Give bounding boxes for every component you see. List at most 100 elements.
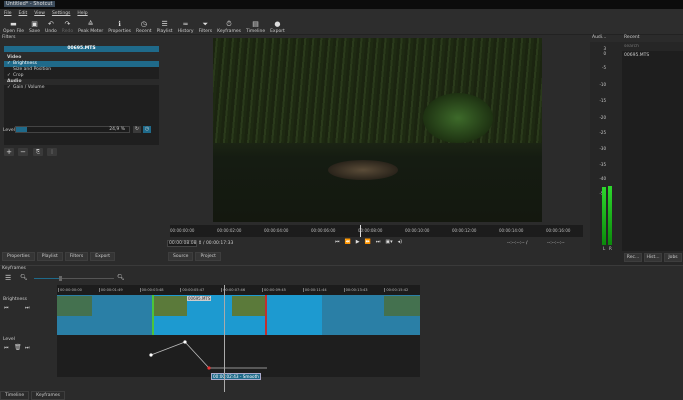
keyframes-button[interactable]: ⏱ Keyframes — [217, 20, 241, 34]
tab-project[interactable]: Project — [195, 252, 221, 261]
meter-scale-label: 0 — [603, 51, 606, 56]
meter-bar-right — [608, 186, 612, 245]
reset-icon[interactable]: ↻ — [133, 126, 141, 133]
track-label: Level — [3, 337, 15, 342]
meter-icon: ≙ — [87, 20, 94, 28]
menu-bar: File Edit View Settings Help — [0, 9, 683, 17]
window-title: Untitled* - Shotcut — [4, 1, 55, 7]
track-label: Brightness — [3, 297, 27, 302]
tab-rec[interactable]: Rec... — [624, 253, 642, 262]
level-slider[interactable]: 24,9 % — [15, 126, 130, 133]
zoom-out-icon[interactable]: 🔍︎ — [20, 274, 28, 281]
undo-icon: ↶ — [47, 20, 54, 28]
keyframe-point[interactable] — [149, 353, 153, 357]
in-marker[interactable] — [152, 295, 154, 335]
copy-filter-button[interactable]: ⎘ — [33, 148, 43, 156]
volume-icon[interactable]: ◂) — [398, 239, 402, 245]
keyframe-tooltip: 00:00:02:43 - Smooth — [211, 373, 261, 380]
filter-label: Gain / Volume — [13, 85, 45, 90]
recent-button[interactable]: ◷ Recent — [136, 20, 152, 34]
recent-list: 00695.MTS — [622, 51, 683, 251]
export-button[interactable]: ● Export — [270, 20, 285, 34]
keyframe-toggle-icon[interactable]: ◷ — [143, 126, 151, 133]
ruler-tick: 00:00:03:48 — [139, 288, 164, 292]
undo-button[interactable]: ↶ Undo — [45, 20, 57, 34]
next-keyframe-icon[interactable]: ⏭ — [25, 345, 30, 351]
meter-scale-label: -25 — [599, 130, 606, 135]
menu-help[interactable]: Help — [77, 11, 87, 16]
playlist-button[interactable]: ☰ Playlist — [157, 20, 173, 34]
menu-icon[interactable]: ☰ — [5, 274, 11, 282]
meter-scale-label: -35 — [599, 162, 606, 167]
title-bar: Untitled* - Shotcut — [0, 0, 683, 9]
peak-meter-button[interactable]: ≙ Peak Meter — [78, 20, 103, 34]
skip-next-icon[interactable]: ⏭ — [376, 239, 381, 245]
filters-button[interactable]: ⏷ Filters — [199, 20, 213, 34]
open-file-button[interactable]: ▬ Open File — [3, 20, 24, 34]
recent-search-input[interactable] — [622, 43, 683, 50]
remove-filter-button[interactable]: − — [18, 148, 28, 156]
rewind-icon[interactable]: ⏪ — [345, 239, 351, 245]
tab-export[interactable]: Export — [90, 252, 115, 261]
tab-hist[interactable]: Hist... — [644, 253, 662, 262]
toolbar-label: Save — [28, 29, 41, 34]
toolbar-label: Undo — [45, 29, 57, 34]
add-filter-button[interactable]: + — [4, 148, 14, 156]
properties-button[interactable]: ℹ Properties — [108, 20, 131, 34]
reeds-image — [213, 38, 542, 143]
player-ruler[interactable]: 00:00:00:00 00:00:02:00 00:00:04:00 00:00:0… — [170, 225, 583, 237]
play-icon[interactable]: ▶ — [356, 239, 360, 245]
zoom-icon[interactable]: ▣▾ — [385, 239, 392, 245]
paste-filter-button[interactable]: ▯ — [47, 148, 57, 156]
brightness-clip[interactable]: 00695.MTS — [57, 295, 420, 335]
prev-keyframe-icon[interactable]: ⏮ — [4, 305, 9, 311]
level-keyframe-track[interactable] — [57, 335, 420, 377]
duration: / 00:00:17:33 — [203, 241, 234, 246]
tab-timeline[interactable]: Timeline — [0, 391, 30, 400]
tab-jobs[interactable]: Jobs — [664, 253, 682, 262]
menu-settings[interactable]: Settings — [52, 11, 70, 16]
menu-file[interactable]: File — [4, 11, 12, 16]
filter-item[interactable]: ✓ Gain / Volume — [4, 85, 159, 91]
tab-playlist[interactable]: Playlist — [36, 252, 63, 261]
menu-edit[interactable]: Edit — [19, 11, 28, 16]
fast-forward-icon[interactable]: ⏩ — [365, 239, 371, 245]
audio-title: Audi... — [590, 35, 622, 42]
menu-view[interactable]: View — [34, 11, 45, 16]
toolbar-label: Redo — [61, 29, 74, 34]
next-keyframe-icon[interactable]: ⏭ — [25, 305, 30, 311]
meter-scale-label: -30 — [599, 146, 606, 151]
clip-thumbnail — [154, 296, 187, 316]
ruler-tick: 00:00:06:00 — [311, 228, 336, 233]
toolbar-label: Peak Meter — [78, 29, 104, 34]
level-slider-fill — [16, 127, 28, 132]
zoom-slider[interactable] — [34, 276, 114, 281]
timeline-button[interactable]: ▤ Timeline — [246, 20, 265, 34]
out-marker[interactable] — [265, 295, 267, 335]
keyframe-point[interactable] — [183, 340, 187, 344]
info-icon: ℹ — [118, 20, 121, 28]
redo-button[interactable]: ↷ Redo — [62, 20, 73, 34]
tab-properties[interactable]: Properties — [2, 252, 35, 261]
track-header-brightness: Brightness ⏮ ⏭ — [0, 295, 57, 335]
ruler-tick: 00:00:00:00 — [170, 228, 195, 233]
keyframes-ruler[interactable]: 00:00:00:00 00:00:01:49 00:00:03:48 00:00:0… — [57, 285, 420, 295]
ruler-tick: 00:00:13:43 — [343, 288, 368, 292]
skip-previous-icon[interactable]: ⏮ — [335, 239, 340, 245]
tab-source[interactable]: Source — [168, 252, 194, 261]
save-button[interactable]: ▣ Save — [29, 20, 40, 34]
position-timecode[interactable]: 00:00:08:08 — [167, 240, 197, 247]
plants-image — [423, 93, 493, 143]
timecode-spinner-icon[interactable]: ⇕ — [198, 240, 202, 246]
delete-keyframe-icon[interactable]: 🗑︎ — [14, 344, 22, 351]
history-button[interactable]: ≂ History — [178, 20, 194, 34]
prev-keyframe-icon[interactable]: ⏮ — [4, 345, 9, 351]
filter-icon: ⏷ — [202, 20, 209, 28]
zoom-in-icon[interactable]: 🔍︎ — [117, 274, 125, 281]
recent-item[interactable]: 00695.MTS — [622, 51, 683, 60]
tab-filters[interactable]: Filters — [64, 252, 89, 261]
keyframes-playhead[interactable] — [224, 285, 225, 392]
ruler-tick: 00:00:11:44 — [302, 288, 327, 292]
tab-keyframes[interactable]: Keyframes — [31, 391, 65, 400]
keyframe-point-selected[interactable] — [207, 366, 211, 370]
